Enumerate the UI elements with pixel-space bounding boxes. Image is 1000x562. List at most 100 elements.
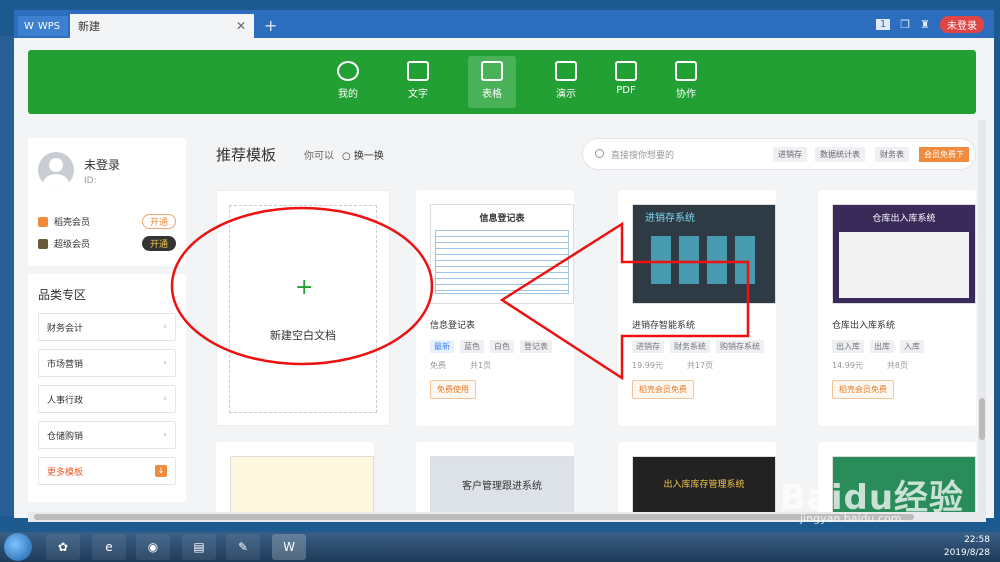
avatar[interactable] xyxy=(38,152,74,188)
search-icon xyxy=(595,149,604,158)
swap-button[interactable]: ○ 换一换 xyxy=(342,147,384,162)
tag: 白色 xyxy=(490,340,514,353)
ribbon-slides[interactable]: 演示 xyxy=(542,56,590,108)
category-storage-label: 仓储购销 xyxy=(47,431,84,442)
price: 免费 xyxy=(430,361,446,370)
ribbon-pdf[interactable]: PDF xyxy=(602,56,650,108)
pdf-icon xyxy=(615,61,637,81)
skin-icon[interactable]: ❐ xyxy=(900,18,910,31)
template-card[interactable]: 进销存系统 进销存智能系统 进销存 财务系统 购销存系统 19.99元 共17页 … xyxy=(618,190,776,426)
template-name: 进销存智能系统 xyxy=(632,321,696,331)
category-more[interactable]: 更多模板 ↓ xyxy=(38,457,176,485)
template-thumbnail: 出入库库存管理系统 xyxy=(632,456,776,516)
free-use-button[interactable]: 免费使用 xyxy=(430,380,476,399)
user-name[interactable]: 未登录 xyxy=(84,156,120,173)
search-input[interactable]: 直接搜你想要的 xyxy=(611,148,674,161)
template-meta: 19.99元 共17页 xyxy=(632,360,713,371)
category-finance-label: 财务会计 xyxy=(47,323,84,334)
category-storage[interactable]: 仓储购销 › xyxy=(38,421,176,449)
window-count-badge[interactable]: 1 xyxy=(875,19,891,30)
category-hr-label: 人事行政 xyxy=(47,395,84,406)
search-chip[interactable]: 进销存 xyxy=(773,147,807,162)
paint-icon[interactable]: ✎ xyxy=(226,534,260,560)
app-icon[interactable]: ✿ xyxy=(46,534,80,560)
wps-window: W WPS 新建 ✕ + 1 ❐ ♜ 未登录 我的 文字 表格 演示 PDF 协作 … xyxy=(14,10,994,518)
search-box[interactable]: 直接搜你想要的 进销存 数据统计表 财务表 会员免费下 xyxy=(582,138,976,170)
template-card[interactable] xyxy=(216,442,374,518)
nav-ribbon: 我的 文字 表格 演示 PDF 协作 xyxy=(28,50,976,114)
collab-icon xyxy=(675,61,697,81)
page-title: 推荐模板 xyxy=(216,146,277,164)
folder-icon[interactable]: ▤ xyxy=(182,534,216,560)
titlebar-tools: 1 ❐ ♜ 未登录 xyxy=(875,16,984,33)
search-chip[interactable]: 财务表 xyxy=(875,147,909,162)
tag: 出库 xyxy=(870,340,894,353)
clock[interactable]: 22:58 2019/8/28 xyxy=(944,534,990,560)
scroll-thumb[interactable] xyxy=(979,398,985,440)
category-panel: 品类专区 财务会计 › 市场营销 › 人事行政 › 仓储购销 › 更多模板 ↓ xyxy=(28,274,186,502)
page-count: 共1页 xyxy=(470,361,492,370)
tag: 登记表 xyxy=(520,340,552,353)
watermark-url: jingyan.baidu.com xyxy=(800,512,902,525)
docer-free-button[interactable]: 稻壳会员免费 xyxy=(832,380,894,399)
category-marketing-label: 市场营销 xyxy=(47,359,84,370)
tab-new[interactable]: 新建 ✕ xyxy=(70,14,254,38)
template-thumbnail xyxy=(230,456,374,516)
wps-logo-icon: W xyxy=(24,20,34,32)
thumb-buttons xyxy=(651,236,757,284)
tab-new-label: 新建 xyxy=(78,20,100,33)
tag-new: 最新 xyxy=(430,340,454,353)
ie-icon[interactable]: e xyxy=(92,534,126,560)
user-card: 未登录 ID: 稻壳会员 开通 超级会员 开通 xyxy=(28,138,186,266)
close-tab-icon[interactable]: ✕ xyxy=(236,19,246,33)
page-count: 共8页 xyxy=(886,361,908,370)
tag: 蓝色 xyxy=(460,340,484,353)
ribbon-writer[interactable]: 文字 xyxy=(394,56,442,108)
vip-super: 超级会员 开通 xyxy=(38,236,176,251)
clock-time: 22:58 xyxy=(964,535,990,545)
template-thumbnail: 客户管理跟进系统 xyxy=(430,456,574,516)
swap-label: 换一换 xyxy=(353,151,384,162)
template-card[interactable]: 信息登记表 信息登记表 最新 蓝色 白色 登记表 免费 共1页 免费使用 xyxy=(416,190,574,426)
ribbon-collab[interactable]: 协作 xyxy=(662,56,710,108)
taskbar: ✿ e ◉ ▤ ✎ W 22:58 2019/8/28 xyxy=(0,532,1000,562)
template-meta: 免费 共1页 xyxy=(430,360,491,371)
super-open-button[interactable]: 开通 xyxy=(141,236,176,251)
search-chip[interactable]: 数据统计表 xyxy=(815,147,865,162)
category-marketing[interactable]: 市场营销 › xyxy=(38,349,176,377)
hint-text: 你可以 xyxy=(304,151,334,162)
docer-free-button[interactable]: 稻壳会员免费 xyxy=(632,380,694,399)
star-icon xyxy=(337,61,359,81)
sheet-grid xyxy=(435,230,569,294)
category-hr[interactable]: 人事行政 › xyxy=(38,385,176,413)
tag: 进销存 xyxy=(632,340,664,353)
wps-taskbar-icon[interactable]: W xyxy=(272,534,306,560)
ribbon-mine[interactable]: 我的 xyxy=(324,56,372,108)
category-finance[interactable]: 财务会计 › xyxy=(38,313,176,341)
template-card[interactable]: 客户管理跟进系统 xyxy=(416,442,574,518)
tag: 财务系统 xyxy=(670,340,710,353)
template-thumbnail: 进销存系统 xyxy=(632,204,776,304)
chevron-right-icon: › xyxy=(163,358,167,368)
login-button[interactable]: 未登录 xyxy=(940,16,984,33)
price: 14.99元 xyxy=(832,361,863,370)
template-thumbnail: 信息登记表 xyxy=(430,204,574,304)
vertical-scrollbar[interactable] xyxy=(978,120,986,516)
template-tags: 出入库 出库 入库 xyxy=(832,340,924,353)
new-blank-card[interactable]: + 新建空白文档 xyxy=(216,190,390,426)
template-card[interactable]: 仓库出入库系统 仓库出入库系统 出入库 出库 入库 14.99元 共8页 稻壳会员… xyxy=(818,190,976,426)
plus-icon: + xyxy=(295,275,314,300)
ribbon-sheet[interactable]: 表格 xyxy=(468,56,516,108)
chevron-right-icon: › xyxy=(163,430,167,440)
template-name: 信息登记表 xyxy=(430,321,476,331)
refresh-icon: ○ xyxy=(342,151,354,162)
add-tab-button[interactable]: + xyxy=(264,16,277,35)
chrome-icon[interactable]: ◉ xyxy=(136,534,170,560)
start-button[interactable] xyxy=(4,533,32,561)
vip-free-chip[interactable]: 会员免费下 xyxy=(919,147,969,162)
shirt-icon[interactable]: ♜ xyxy=(920,18,930,31)
ribbon-writer-label: 文字 xyxy=(408,89,428,100)
tab-wps[interactable]: W WPS xyxy=(18,16,68,36)
docer-open-button[interactable]: 开通 xyxy=(141,214,176,229)
template-card[interactable]: 出入库库存管理系统 xyxy=(618,442,776,518)
